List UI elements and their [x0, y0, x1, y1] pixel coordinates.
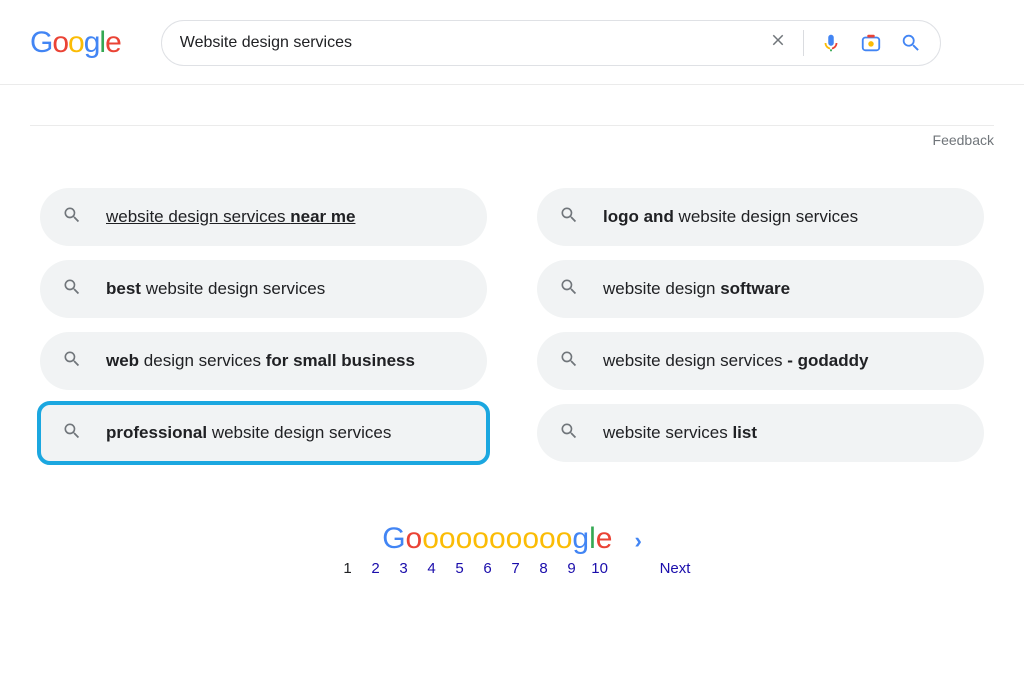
logo-letter: o [68, 26, 84, 59]
related-search-chip[interactable]: web design services for small business [40, 332, 487, 390]
logo-letter: G [30, 26, 52, 59]
search-icon [62, 421, 82, 446]
divider [803, 30, 804, 56]
related-search-text: website services list [603, 422, 757, 444]
related-search-text: website design services near me [106, 206, 355, 228]
search-icon [62, 205, 82, 230]
feedback-link[interactable]: Feedback [30, 125, 994, 148]
pagination: Goooooooooogle› 12345678910 Next [30, 522, 994, 607]
search-icon [559, 421, 579, 446]
logo-letter: o [52, 26, 68, 59]
next-link[interactable]: Next [660, 560, 691, 577]
page-numbers: 12345678910 Next [30, 560, 994, 577]
search-icon [559, 277, 579, 302]
page-number[interactable]: 3 [390, 560, 418, 577]
camera-icon[interactable] [860, 32, 882, 54]
logo-letter: e [105, 26, 121, 59]
page-number[interactable]: 8 [530, 560, 558, 577]
google-logo[interactable]: Google [30, 26, 121, 60]
clear-icon[interactable] [769, 31, 787, 55]
related-searches: website design services near me logo and … [30, 188, 994, 462]
related-search-chip[interactable]: best website design services [40, 260, 487, 318]
search-icon[interactable] [900, 32, 922, 54]
search-icon [62, 277, 82, 302]
page-number[interactable]: 10 [586, 560, 614, 577]
page-number[interactable]: 5 [446, 560, 474, 577]
search-icon [559, 205, 579, 230]
related-search-text: website design software [603, 278, 790, 300]
search-icon [559, 349, 579, 374]
page-number[interactable]: 6 [474, 560, 502, 577]
related-search-chip[interactable]: website services list [537, 404, 984, 462]
pagination-logo: Goooooooooogle› [30, 522, 994, 556]
page-number[interactable]: 4 [418, 560, 446, 577]
page-number[interactable]: 7 [502, 560, 530, 577]
related-search-text: logo and website design services [603, 206, 858, 228]
search-input[interactable] [180, 34, 769, 52]
related-search-text: website design services - godaddy [603, 350, 868, 372]
related-search-chip[interactable]: website design software [537, 260, 984, 318]
related-search-chip[interactable]: website design services near me [40, 188, 487, 246]
related-search-chip[interactable]: professional website design services [40, 404, 487, 462]
logo-letter: g [84, 26, 100, 59]
related-search-text: best website design services [106, 278, 325, 300]
page-number[interactable]: 9 [558, 560, 586, 577]
related-search-chip[interactable]: website design services - godaddy [537, 332, 984, 390]
header: Google [0, 0, 1024, 85]
page-number: 1 [334, 560, 362, 577]
related-search-text: web design services for small business [106, 350, 415, 372]
related-search-text: professional website design services [106, 422, 391, 444]
search-box[interactable] [161, 20, 941, 66]
mic-icon[interactable] [820, 32, 842, 54]
page-number[interactable]: 2 [362, 560, 390, 577]
search-icon [62, 349, 82, 374]
related-search-chip[interactable]: logo and website design services [537, 188, 984, 246]
next-arrow-icon[interactable]: › [634, 528, 641, 553]
